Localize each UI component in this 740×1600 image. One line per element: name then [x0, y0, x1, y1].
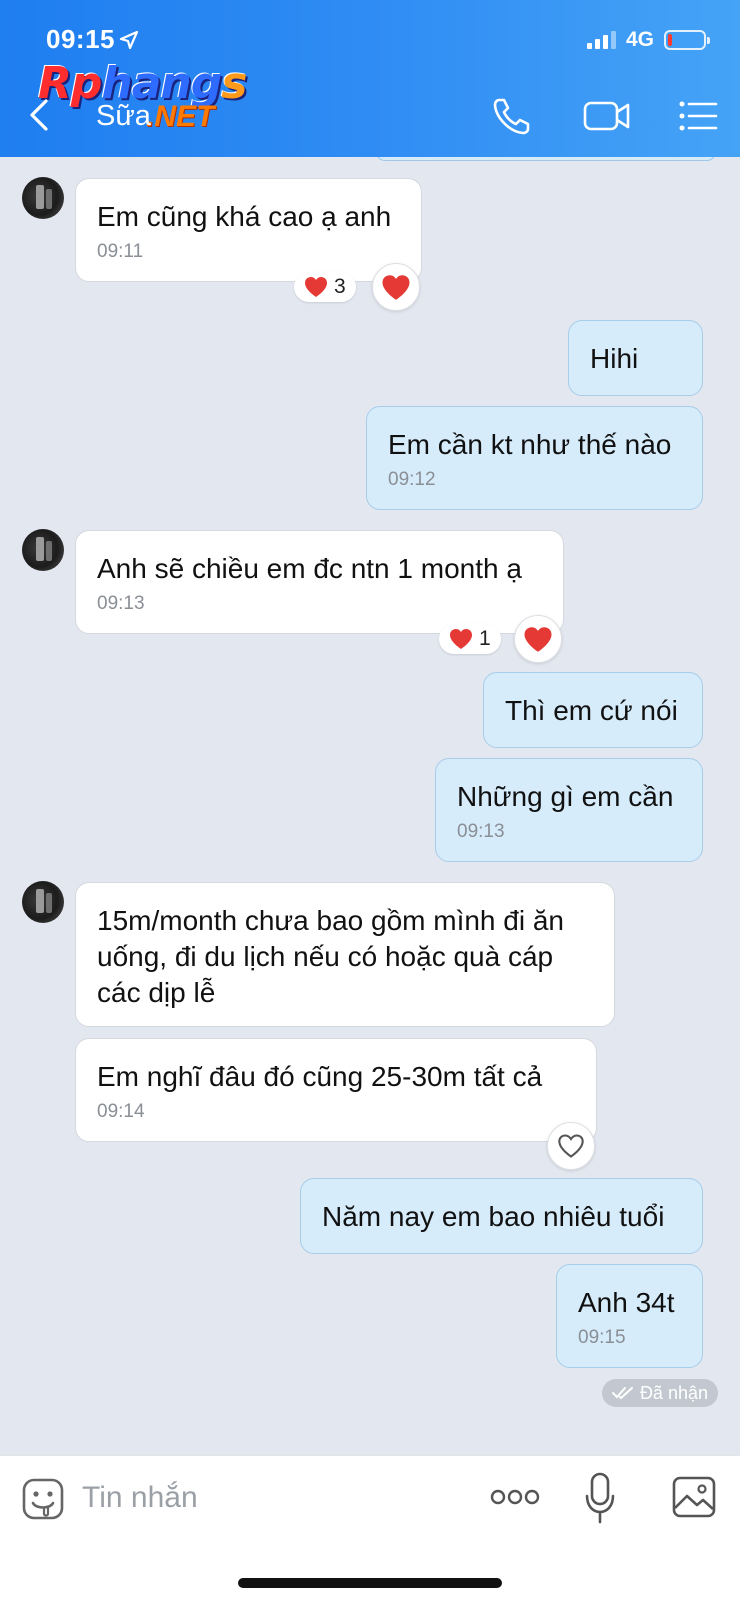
message-text: Những gì em cần	[457, 781, 674, 812]
delivery-status-text: Đã nhận	[639, 1382, 708, 1403]
double-check-icon	[611, 1387, 633, 1400]
message-time: 09:13	[97, 593, 145, 614]
message-time: 09:14	[97, 1101, 145, 1122]
home-indicator	[238, 1578, 502, 1588]
message-time: 09:11	[97, 241, 144, 262]
status-indicators: 4G	[586, 28, 710, 52]
message-bubble-outgoing[interactable]: Thì em cứ nói	[483, 672, 703, 748]
heart-icon	[524, 626, 552, 652]
message-text: Em nghĩ đâu đó cũng 25-30m tất cả	[97, 1061, 543, 1092]
message-bubble-incoming[interactable]: 15m/month chưa bao gồm mình đi ăn uống, …	[75, 882, 615, 1027]
message-text: Năm nay em bao nhiêu tuổi	[322, 1201, 665, 1232]
message-text: Anh sẽ chiều em đc ntn 1 month ạ	[97, 553, 522, 584]
avatar[interactable]	[22, 881, 64, 923]
sticker-icon[interactable]	[22, 1478, 64, 1520]
message-text: Em cần kt như thế nào	[388, 429, 672, 460]
avatar[interactable]	[22, 177, 64, 219]
heart-icon	[382, 274, 410, 300]
message-bubble-incoming[interactable]: Em cũng khá cao ạ anh 09:11	[75, 178, 422, 282]
message-bubble-incoming[interactable]: Anh sẽ chiều em đc ntn 1 month ạ 09:13	[75, 530, 564, 634]
location-arrow-icon	[119, 30, 139, 50]
reaction-count: 3	[334, 275, 346, 298]
status-time-text: 09:15	[46, 24, 115, 54]
network-type: 4G	[625, 28, 654, 51]
back-icon[interactable]	[22, 95, 58, 135]
phone-icon[interactable]	[490, 94, 534, 138]
message-text: Hihi	[590, 343, 639, 374]
delivery-status: Đã nhận	[601, 1379, 718, 1407]
message-bubble-outgoing[interactable]: Em cần kt như thế nào 09:12	[366, 406, 703, 510]
heart-outline-icon	[558, 1134, 584, 1158]
heart-icon	[450, 629, 472, 649]
message-time: 09:12	[388, 469, 436, 490]
message-bubble-outgoing[interactable]: Anh 34t 09:15	[556, 1264, 703, 1368]
contact-name[interactable]: Sữa	[96, 100, 151, 133]
reaction-summary[interactable]: 3	[294, 272, 356, 302]
message-time: 09:15	[578, 1327, 626, 1348]
menu-icon[interactable]	[676, 94, 720, 138]
battery-icon	[664, 30, 710, 50]
message-time: 09:13	[457, 821, 505, 842]
react-button[interactable]	[372, 263, 420, 311]
message-bubble-outgoing[interactable]: Những gì em cần 09:13	[435, 758, 703, 862]
message-text: Anh 34t	[578, 1287, 675, 1318]
message-bubble-outgoing[interactable]: Năm nay em bao nhiêu tuổi	[300, 1178, 703, 1254]
message-list[interactable]: Em cũng khá cao ạ anh 09:11 3 Hihi Em cầ…	[0, 157, 740, 1455]
watermark-suffix: .NET	[146, 100, 215, 133]
message-text: 15m/month chưa bao gồm mình đi ăn uống, …	[97, 905, 565, 1008]
input-bar	[0, 1455, 740, 1600]
avatar[interactable]	[22, 529, 64, 571]
microphone-icon[interactable]	[584, 1472, 616, 1524]
message-bubble-outgoing[interactable]: Hihi	[568, 320, 703, 396]
more-icon[interactable]	[490, 1486, 540, 1508]
status-time: 09:15	[46, 24, 139, 55]
image-icon[interactable]	[672, 1476, 716, 1518]
signal-icon	[586, 31, 616, 49]
react-button[interactable]	[514, 615, 562, 663]
message-text: Thì em cứ nói	[505, 695, 678, 726]
previous-message-edge	[376, 157, 716, 161]
chat-header: 09:15 4G Rphangs .NET Sữa	[0, 0, 740, 157]
reaction-count: 1	[479, 627, 491, 650]
reaction-summary[interactable]: 1	[439, 624, 501, 654]
battery-level	[668, 34, 673, 46]
react-button[interactable]	[547, 1122, 595, 1170]
video-camera-icon[interactable]	[582, 94, 632, 138]
message-text: Em cũng khá cao ạ anh	[97, 201, 392, 232]
message-input[interactable]	[82, 1474, 462, 1522]
heart-icon	[305, 277, 327, 297]
message-bubble-incoming[interactable]: Em nghĩ đâu đó cũng 25-30m tất cả 09:14	[75, 1038, 597, 1142]
